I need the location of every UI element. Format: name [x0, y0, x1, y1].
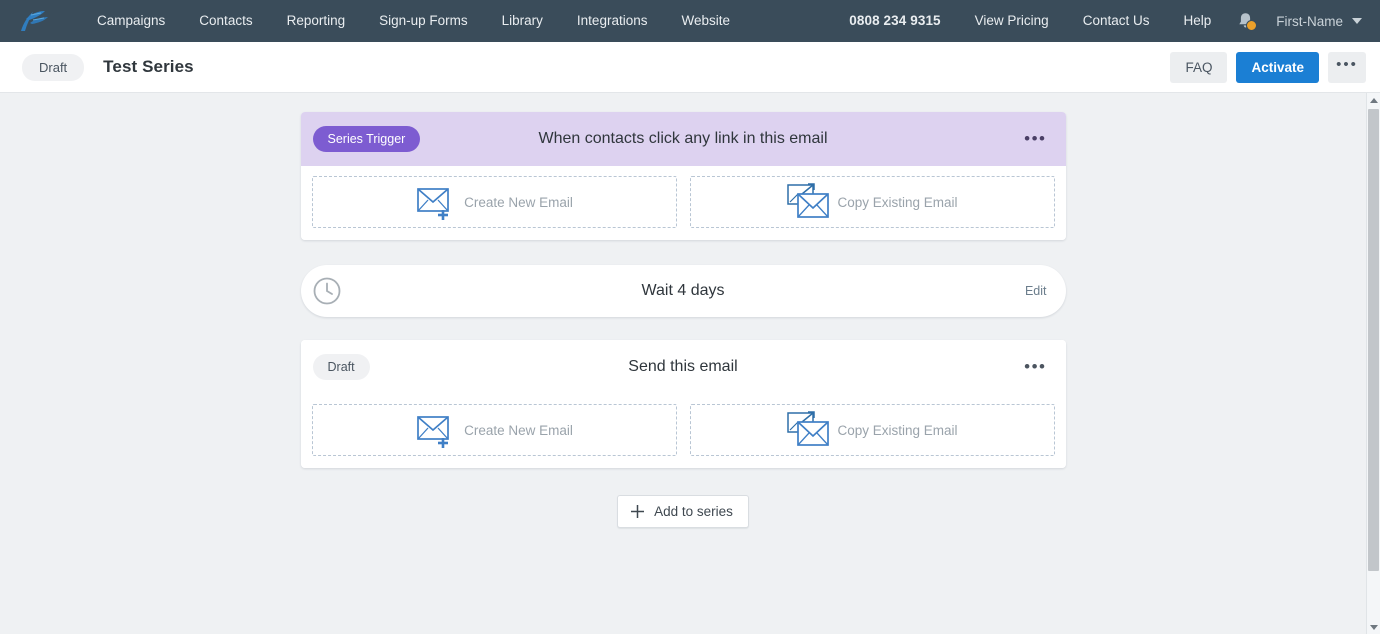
copy-existing-email-option[interactable]: Copy Existing Email — [689, 404, 1055, 456]
wait-step-title: Wait 4 days — [641, 282, 725, 299]
top-navigation-bar: Campaigns Contacts Reporting Sign-up For… — [0, 0, 1380, 42]
clock-icon — [313, 277, 340, 305]
create-new-email-label: Create New Email — [464, 194, 573, 210]
nav-library[interactable]: Library — [485, 0, 560, 42]
flag-logo-icon[interactable] — [16, 8, 52, 34]
page-subheader: Draft Test Series FAQ Activate ••• — [0, 42, 1380, 93]
scroll-down-button[interactable] — [1367, 620, 1380, 634]
caret-up-icon — [1369, 97, 1378, 103]
create-new-email-option[interactable]: Create New Email — [311, 404, 677, 456]
email-status-badge: Draft — [312, 354, 370, 380]
nav-contact-us[interactable]: Contact Us — [1066, 0, 1167, 42]
support-phone-number: 0808 234 9315 — [849, 13, 941, 28]
create-new-email-label: Create New Email — [464, 422, 573, 438]
secondary-nav-links: 0808 234 9315 View Pricing Contact Us He… — [832, 0, 1366, 42]
nav-reporting[interactable]: Reporting — [270, 0, 363, 42]
notification-bell-button[interactable] — [1228, 0, 1262, 42]
primary-nav-links: Campaigns Contacts Reporting Sign-up For… — [80, 0, 747, 42]
page-title: Test Series — [103, 57, 194, 76]
send-email-step: Draft Send this email ••• Create New Ema… — [300, 340, 1066, 468]
notification-badge — [1246, 20, 1258, 31]
user-account-menu[interactable]: First-Name — [1262, 14, 1366, 29]
series-trigger-step: Series Trigger When contacts click any l… — [300, 112, 1066, 240]
faq-button[interactable]: FAQ — [1170, 51, 1228, 83]
send-email-choices: Create New Email Copy Existing Email — [300, 394, 1066, 468]
scrollbar-thumb[interactable] — [1368, 109, 1379, 571]
nav-view-pricing[interactable]: View Pricing — [958, 0, 1066, 42]
new-email-icon — [417, 188, 449, 220]
copy-email-icon — [787, 183, 830, 218]
copy-existing-email-label: Copy Existing Email — [837, 422, 958, 438]
copy-email-icon — [787, 411, 830, 446]
more-options-button[interactable]: ••• — [1328, 51, 1366, 83]
copy-existing-email-option[interactable]: Copy Existing Email — [689, 176, 1055, 228]
series-builder-canvas: Series Trigger When contacts click any l… — [0, 93, 1366, 634]
wait-step[interactable]: Wait 4 days Edit — [300, 265, 1066, 317]
status-badge: Draft — [22, 53, 85, 81]
send-email-step-title: Send this email — [628, 358, 738, 375]
copy-existing-email-label: Copy Existing Email — [837, 194, 958, 210]
new-email-icon — [417, 416, 449, 448]
caret-down-icon — [1369, 624, 1378, 630]
nav-signup-forms[interactable]: Sign-up Forms — [362, 0, 485, 42]
nav-contacts[interactable]: Contacts — [182, 0, 269, 42]
send-email-step-header: Draft Send this email ••• — [300, 340, 1066, 394]
scroll-up-button[interactable] — [1367, 93, 1380, 107]
vertical-scrollbar[interactable] — [1366, 93, 1380, 634]
nav-integrations[interactable]: Integrations — [560, 0, 665, 42]
activate-button[interactable]: Activate — [1236, 51, 1319, 83]
series-trigger-badge: Series Trigger — [312, 126, 421, 152]
user-name-label: First-Name — [1276, 13, 1343, 29]
send-email-step-menu-button[interactable]: ••• — [1024, 358, 1046, 375]
nav-website[interactable]: Website — [664, 0, 747, 42]
nav-campaigns[interactable]: Campaigns — [80, 0, 182, 42]
add-to-series-label: Add to series — [654, 504, 733, 519]
add-to-series-container: Add to series — [301, 495, 1066, 528]
trigger-email-choices: Create New Email Copy Existing Email — [300, 166, 1066, 240]
series-steps-list: Series Trigger When contacts click any l… — [300, 93, 1066, 528]
wait-step-edit-link[interactable]: Edit — [1025, 284, 1047, 298]
trigger-step-header: Series Trigger When contacts click any l… — [300, 112, 1066, 166]
trigger-step-menu-button[interactable]: ••• — [1024, 130, 1046, 147]
nav-help[interactable]: Help — [1166, 0, 1228, 42]
add-to-series-button[interactable]: Add to series — [617, 495, 749, 528]
subheader-actions: FAQ Activate ••• — [1170, 51, 1366, 83]
create-new-email-option[interactable]: Create New Email — [311, 176, 677, 228]
plus-icon — [631, 505, 645, 518]
chevron-down-icon — [1352, 18, 1362, 24]
